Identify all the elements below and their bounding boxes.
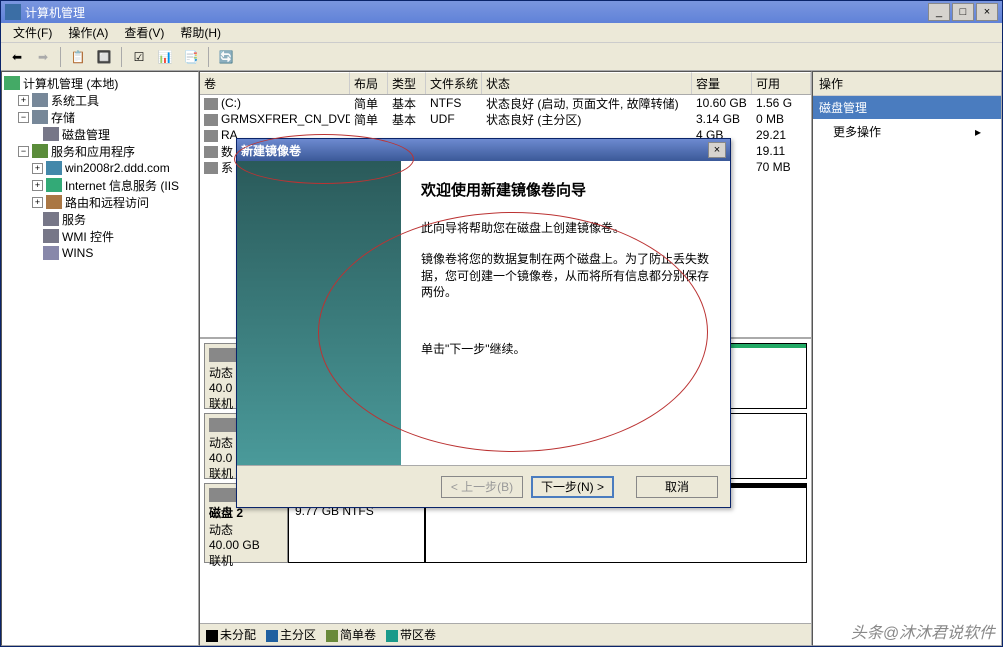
wizard-para-1: 此向导将帮助您在磁盘上创建镜像卷。 [421, 220, 710, 237]
expand-icon[interactable]: + [32, 163, 43, 174]
wizard-content: 欢迎使用新建镜像卷向导 此向导将帮助您在磁盘上创建镜像卷。 镜像卷将您的数据复制… [401, 161, 730, 465]
close-button[interactable]: × [976, 3, 998, 21]
titlebar[interactable]: 计算机管理 _ □ × [1, 1, 1002, 23]
list-button[interactable]: 📑 [179, 45, 203, 69]
wizard-title: 新建镜像卷 [241, 142, 708, 159]
views-button[interactable]: 📊 [153, 45, 177, 69]
tree-win2008[interactable]: +win2008r2.ddd.com [4, 160, 196, 176]
volume-header: 卷 布局 类型 文件系统 状态 容量 可用 [200, 72, 811, 95]
menu-action[interactable]: 操作(A) [60, 22, 116, 43]
nav-tree[interactable]: 计算机管理 (本地) +系统工具 −存储 磁盘管理 −服务和应用程序 +win2… [1, 71, 199, 646]
legend: 未分配 主分区 简单卷 带区卷 [200, 623, 811, 645]
volume-icon [204, 162, 218, 174]
tree-services[interactable]: 服务 [4, 211, 196, 227]
forward-button[interactable]: ➡ [31, 45, 55, 69]
volume-row[interactable]: GRMSXFRER_CN_DVD (D:)简单基本UDF状态良好 (主分区)3.… [200, 111, 811, 127]
col-status[interactable]: 状态 [482, 72, 692, 94]
minimize-button[interactable]: _ [928, 3, 950, 21]
help-button[interactable]: 🔄 [214, 45, 238, 69]
disk-name: 磁盘 2 [209, 506, 243, 520]
wizard-banner [237, 161, 401, 465]
volume-icon [204, 98, 218, 110]
collapse-icon[interactable]: − [18, 112, 29, 123]
expand-icon[interactable]: + [32, 180, 43, 191]
swatch-unallocated [206, 630, 218, 642]
wizard-para-3: 单击"下一步"继续。 [421, 341, 710, 358]
up-button[interactable]: 📋 [66, 45, 90, 69]
tree-services-apps[interactable]: −服务和应用程序 [4, 143, 196, 159]
wizard-next-button[interactable]: 下一步(N) > [531, 476, 614, 498]
wizard-dialog[interactable]: 新建镜像卷 × 欢迎使用新建镜像卷向导 此向导将帮助您在磁盘上创建镜像卷。 镜像… [236, 138, 731, 508]
swatch-primary [266, 630, 278, 642]
tree-storage[interactable]: −存储 [4, 109, 196, 125]
tree-disk-management[interactable]: 磁盘管理 [4, 126, 196, 142]
restore-button[interactable]: □ [952, 3, 974, 21]
tree-iis[interactable]: +Internet 信息服务 (IIS [4, 177, 196, 193]
toolbar: ⬅ ➡ 📋 🔲 ☑ 📊 📑 🔄 [1, 43, 1002, 71]
chevron-right-icon: ▸ [975, 125, 981, 139]
wizard-button-bar: < 上一步(B) 下一步(N) > 取消 [237, 465, 730, 507]
actions-more[interactable]: 更多操作▸ [813, 119, 1001, 144]
menu-help[interactable]: 帮助(H) [172, 22, 229, 43]
wizard-titlebar[interactable]: 新建镜像卷 × [237, 139, 730, 161]
tree-wins[interactable]: WINS [4, 245, 196, 261]
wizard-back-button: < 上一步(B) [441, 476, 523, 498]
swatch-striped [386, 630, 398, 642]
volume-icon [204, 130, 218, 142]
disk-icon [209, 418, 239, 432]
col-volume[interactable]: 卷 [200, 72, 350, 94]
menu-file[interactable]: 文件(F) [5, 22, 60, 43]
watermark: 头条@沐沐君说软件 [851, 619, 995, 643]
expand-icon[interactable]: + [18, 95, 29, 106]
wizard-heading: 欢迎使用新建镜像卷向导 [421, 179, 710, 200]
wizard-close-button[interactable]: × [708, 142, 726, 158]
menu-view[interactable]: 查看(V) [116, 22, 172, 43]
swatch-simple [326, 630, 338, 642]
tree-root[interactable]: 计算机管理 (本地) [4, 75, 196, 91]
actions-header: 操作 [813, 72, 1001, 96]
disk-icon [209, 348, 239, 362]
tree-wmi[interactable]: WMI 控件 [4, 228, 196, 244]
volume-icon [204, 114, 218, 126]
window-title: 计算机管理 [25, 4, 928, 21]
col-type[interactable]: 类型 [388, 72, 426, 94]
wizard-para-2: 镜像卷将您的数据复制在两个磁盘上。为了防止丢失数据，您可创建一个镜像卷，从而将所… [421, 251, 710, 301]
menubar: 文件(F) 操作(A) 查看(V) 帮助(H) [1, 23, 1002, 43]
app-icon [5, 4, 21, 20]
collapse-icon[interactable]: − [18, 146, 29, 157]
tree-system-tools[interactable]: +系统工具 [4, 92, 196, 108]
wizard-cancel-button[interactable]: 取消 [636, 476, 718, 498]
tree-routing[interactable]: +路由和远程访问 [4, 194, 196, 210]
properties-button[interactable]: ☑ [127, 45, 151, 69]
col-capacity[interactable]: 容量 [692, 72, 752, 94]
col-free[interactable]: 可用 [752, 72, 811, 94]
back-button[interactable]: ⬅ [5, 45, 29, 69]
refresh-button[interactable]: 🔲 [92, 45, 116, 69]
col-fs[interactable]: 文件系统 [426, 72, 482, 94]
col-layout[interactable]: 布局 [350, 72, 388, 94]
actions-pane: 操作 磁盘管理 更多操作▸ [812, 71, 1002, 646]
actions-section-title: 磁盘管理 [813, 96, 1001, 119]
disk-icon [209, 488, 239, 502]
expand-icon[interactable]: + [32, 197, 43, 208]
